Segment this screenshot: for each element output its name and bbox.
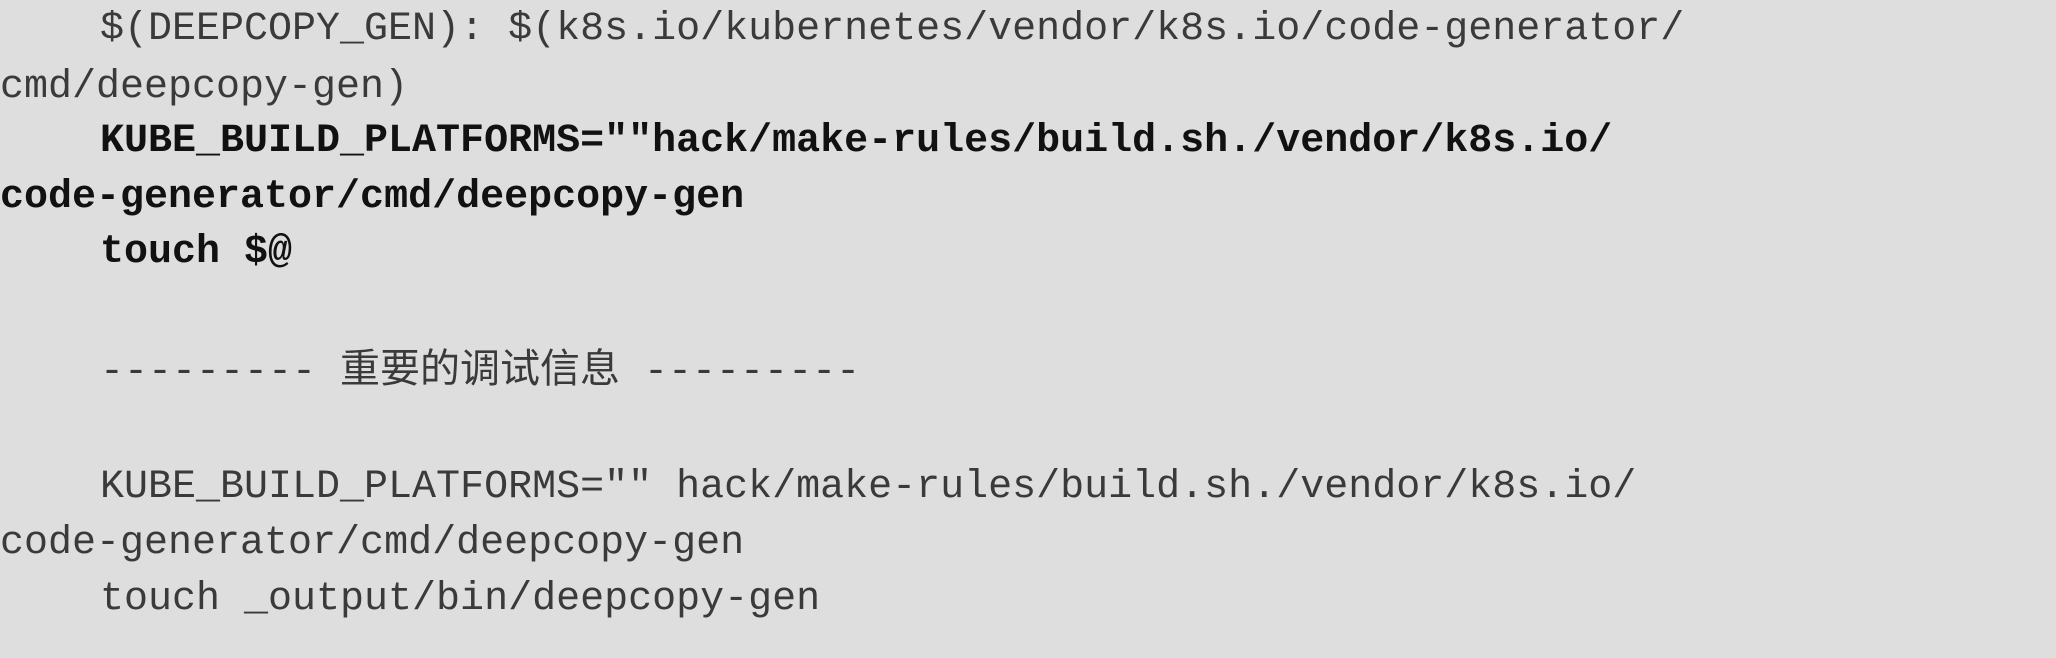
code-line-debug-build-command: KUBE_BUILD_PLATFORMS="" hack/make-rules/… [100, 465, 1637, 510]
code-line-debug-touch: touch _output/bin/deepcopy-gen [100, 577, 821, 622]
code-line-debug-build-command-cont: code-generator/cmd/deepcopy-gen [0, 521, 745, 566]
code-line-deepcopy-target: $(DEEPCOPY_GEN): $(k8s.io/kubernetes/ven… [100, 7, 1685, 52]
code-line-build-command-cont: code-generator/cmd/deepcopy-gen [0, 175, 745, 220]
code-line-debug-separator: --------- 重要的调试信息 --------- [100, 350, 861, 395]
code-block: $(DEEPCOPY_GEN): $(k8s.io/kubernetes/ven… [0, 0, 2056, 658]
code-line-build-command: KUBE_BUILD_PLATFORMS=""hack/make-rules/b… [100, 119, 1613, 164]
code-line-deepcopy-target-cont: cmd/deepcopy-gen) [0, 65, 409, 110]
code-line-touch-target: touch $@ [100, 230, 293, 275]
